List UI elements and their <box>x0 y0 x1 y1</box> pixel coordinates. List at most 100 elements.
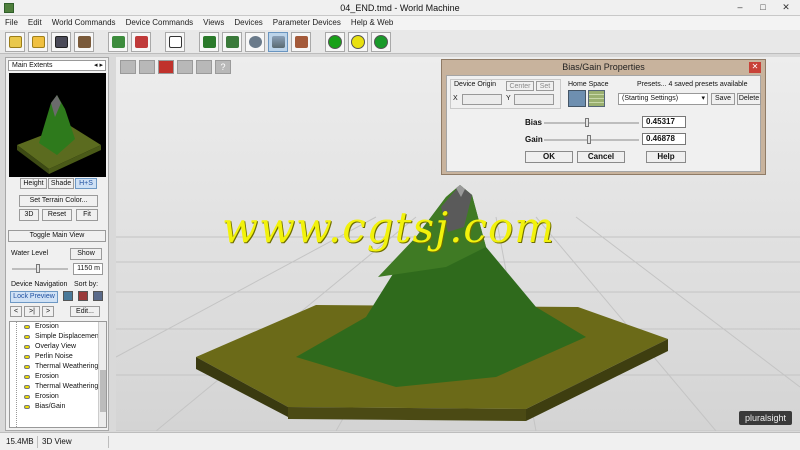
list-item[interactable]: Erosion <box>10 392 106 402</box>
device-icon <box>24 385 30 389</box>
bias-slider[interactable] <box>544 122 639 124</box>
sort-order-icon[interactable] <box>78 291 88 301</box>
set-origin-button[interactable]: Set <box>536 81 554 91</box>
memory-status: 15.4MB <box>6 437 34 446</box>
menu-help-web[interactable]: Help & Web <box>351 16 394 30</box>
list-item[interactable]: Perlin Noise <box>10 352 106 362</box>
save-preset-button[interactable]: Save <box>711 93 735 105</box>
list-item[interactable]: Thermal Weathering <box>10 362 106 372</box>
build-target-icon[interactable] <box>371 31 391 52</box>
bias-slider-thumb[interactable] <box>585 118 590 127</box>
device-icon <box>24 375 30 379</box>
height-view-button[interactable]: Height <box>20 178 47 189</box>
menu-device-commands[interactable]: Device Commands <box>126 16 194 30</box>
water-level-input[interactable]: 1150 m <box>73 263 103 275</box>
gain-slider-thumb[interactable] <box>586 135 591 144</box>
origin-y-input[interactable] <box>514 94 554 105</box>
water-show-button[interactable]: Show <box>70 248 102 260</box>
list-item[interactable]: Simple Displacemen <box>10 332 106 342</box>
grid-icon[interactable] <box>120 60 136 74</box>
menu-devices[interactable]: Devices <box>234 16 262 30</box>
maximize-icon[interactable]: □ <box>753 1 773 14</box>
lock-preview-button[interactable]: Lock Preview <box>10 291 58 303</box>
dialog-body: Device Origin Center Set X Y Home Space … <box>446 75 761 172</box>
list-item[interactable]: Overlay View <box>10 342 106 352</box>
settings-wrench-icon[interactable] <box>74 31 94 52</box>
toggle-main-view-button[interactable]: Toggle Main View <box>8 230 106 242</box>
delete-preset-button[interactable]: Delete <box>737 93 761 105</box>
sphere-icon[interactable] <box>245 31 265 52</box>
presets-label: Presets... 4 saved presets available <box>637 81 748 88</box>
fit-button[interactable]: Fit <box>76 209 98 221</box>
sort-name-icon[interactable] <box>93 291 103 301</box>
save-icon[interactable] <box>51 31 71 52</box>
shade-view-button[interactable]: Shade <box>48 178 74 189</box>
height-shade-view-button[interactable]: H+S <box>75 178 97 189</box>
help-button[interactable]: Help <box>646 151 686 163</box>
list-item[interactable]: Bias/Gain <box>10 402 106 412</box>
bias-value-field[interactable]: 0.45317 <box>642 116 686 128</box>
device-list: Erosion Simple Displacemen Overlay View … <box>9 321 107 428</box>
menu-file[interactable]: File <box>5 16 18 30</box>
camera-icon[interactable] <box>177 60 193 74</box>
water-level-thumb[interactable] <box>36 264 40 273</box>
menu-parameter-devices[interactable]: Parameter Devices <box>273 16 341 30</box>
nav-prev-button[interactable]: < <box>10 306 22 317</box>
menu-bar: File Edit World Commands Device Commands… <box>0 16 800 30</box>
edit-device-button[interactable]: Edit... <box>70 306 100 317</box>
extents-arrows-icon[interactable]: ◂ ▸ <box>94 61 103 69</box>
dice-icon[interactable] <box>165 31 185 52</box>
render-icon[interactable] <box>158 60 174 74</box>
list-item[interactable]: Thermal Weathering <box>10 382 106 392</box>
list-item[interactable]: Erosion <box>10 372 106 382</box>
sort-type-icon[interactable] <box>63 291 73 301</box>
ok-button[interactable]: OK <box>525 151 573 163</box>
water-level-slider[interactable] <box>12 268 68 270</box>
extents-selector[interactable]: Main Extents ◂ ▸ <box>8 60 106 71</box>
extents-icon[interactable] <box>199 31 219 52</box>
origin-x-input[interactable] <box>462 94 502 105</box>
nav-next-button[interactable]: > <box>42 306 54 317</box>
menu-world-commands[interactable]: World Commands <box>52 16 116 30</box>
menu-views[interactable]: Views <box>203 16 224 30</box>
device-icon <box>24 355 30 359</box>
water-icon[interactable] <box>222 31 242 52</box>
device-icon[interactable] <box>131 31 151 52</box>
texture-icon[interactable] <box>291 31 311 52</box>
x-label: X <box>453 95 458 102</box>
bias-gain-dialog: Bias/Gain Properties ✕ Device Origin Cen… <box>441 59 766 175</box>
new-file-icon[interactable] <box>5 31 25 52</box>
home-space-label: Home Space <box>568 81 609 88</box>
scroll-thumb[interactable] <box>100 370 106 412</box>
viewport-tools: ? <box>120 60 231 74</box>
open-folder-icon[interactable] <box>28 31 48 52</box>
layout-view-icon[interactable] <box>108 31 128 52</box>
preset-select[interactable]: (Starting Settings) ▾ <box>618 93 708 105</box>
reset-button[interactable]: Reset <box>42 209 72 221</box>
terrain-3d-icon[interactable] <box>268 31 288 52</box>
build-yellow-icon[interactable] <box>348 31 368 52</box>
cancel-button[interactable]: Cancel <box>577 151 625 163</box>
list-item[interactable]: Erosion <box>10 322 106 332</box>
chevron-down-icon: ▾ <box>701 95 705 102</box>
minimize-icon[interactable]: – <box>730 1 750 14</box>
close-icon[interactable]: ✕ <box>749 62 761 73</box>
home-space-globe-icon[interactable] <box>568 90 586 107</box>
home-space-grid-icon[interactable] <box>588 90 605 107</box>
close-icon[interactable]: ✕ <box>776 1 796 14</box>
set-terrain-color-button[interactable]: Set Terrain Color... <box>19 195 98 207</box>
help-icon[interactable]: ? <box>215 60 231 74</box>
bias-label: Bias <box>525 118 542 127</box>
build-green-icon[interactable] <box>325 31 345 52</box>
device-icon <box>24 365 30 369</box>
3d-button[interactable]: 3D <box>19 209 39 221</box>
center-button[interactable]: Center <box>506 81 534 91</box>
menu-edit[interactable]: Edit <box>28 16 42 30</box>
light-icon[interactable] <box>196 60 212 74</box>
device-origin-label: Device Origin <box>454 81 497 88</box>
layers-icon[interactable] <box>139 60 155 74</box>
gain-slider[interactable] <box>544 139 639 141</box>
device-list-scrollbar[interactable] <box>98 322 106 427</box>
nav-last-button[interactable]: >| <box>24 306 40 317</box>
gain-value-field[interactable]: 0.46878 <box>642 133 686 145</box>
